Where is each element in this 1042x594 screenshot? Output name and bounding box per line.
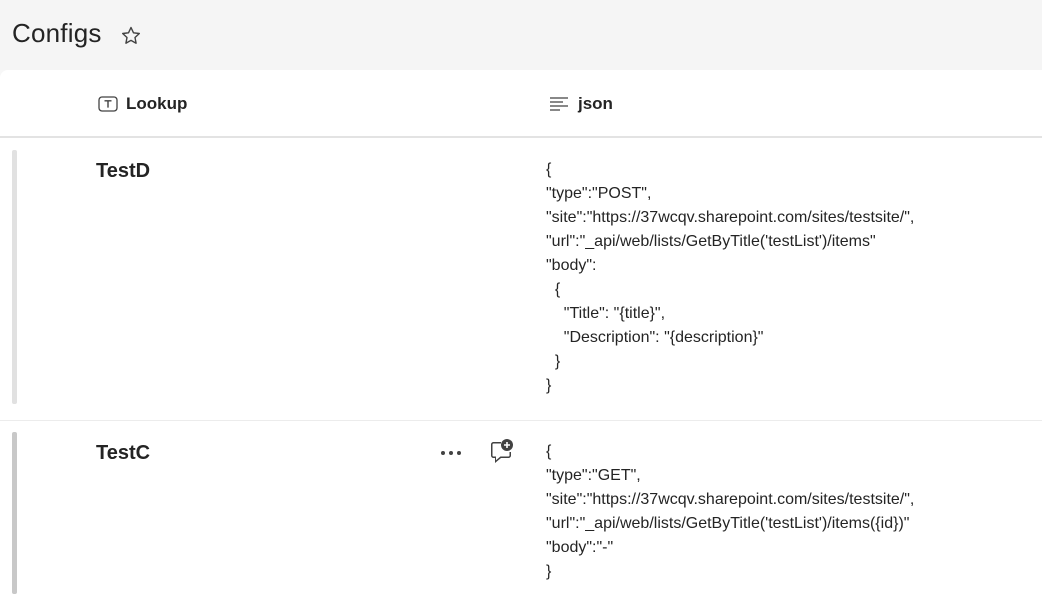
page-title: Configs [12,18,102,48]
column-header-row: Lookup json [0,70,1042,138]
lookup-cell[interactable]: TestC [96,442,150,465]
multiline-text-icon [550,97,568,111]
more-options-icon[interactable] [439,444,463,462]
star-outline-icon[interactable] [119,24,143,48]
lookup-cell[interactable]: TestD [96,160,150,183]
row-selection-bar[interactable] [12,150,17,404]
column-header-json[interactable]: json [548,92,613,116]
page-header: Configs [0,0,1042,70]
list-row[interactable]: TestD { "type":"POST", "site":"https://3… [0,140,1042,421]
column-header-label: Lookup [126,94,188,113]
add-comment-icon[interactable] [487,438,515,466]
json-cell: { "type":"GET", "site":"https://37wcqv.s… [546,443,915,580]
row-selection-bar[interactable] [12,432,17,594]
list-row[interactable]: TestC { "type":"GET", "site":"https://37… [0,422,1042,594]
text-column-icon [98,96,118,112]
list-panel: Lookup json TestD { "type":"POST", "site… [0,70,1042,594]
column-header-label: json [578,94,613,113]
column-header-lookup[interactable]: Lookup [98,92,187,116]
json-cell: { "type":"POST", "site":"https://37wcqv.… [546,161,915,394]
